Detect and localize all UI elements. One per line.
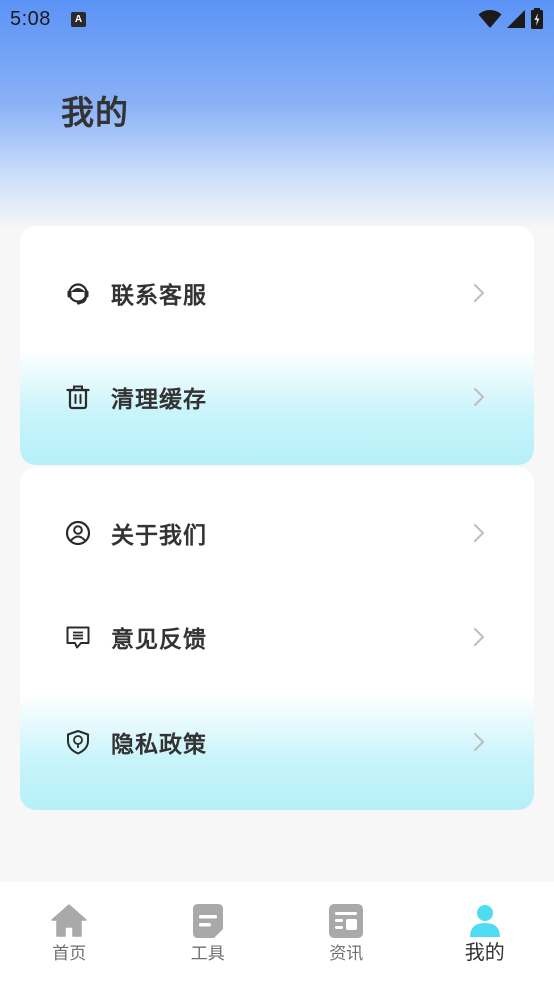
chevron-right-icon [474, 733, 484, 751]
headset-icon [67, 283, 89, 305]
nav-item-home[interactable]: 首页 [0, 882, 139, 984]
home-icon [51, 904, 87, 937]
page-title: 我的 [61, 93, 129, 132]
status-bar: 5:08 A [0, 0, 554, 38]
nav-item-mine[interactable]: 我的 [416, 882, 554, 984]
message-icon [66, 626, 90, 649]
menu-item-label: 隐私政策 [111, 732, 207, 758]
menu-card-1: 联系客服 清理缓存 [20, 226, 534, 465]
tools-icon [192, 904, 223, 938]
shield-icon [67, 730, 89, 755]
nav-label: 我的 [464, 940, 505, 964]
trash-icon [66, 385, 90, 410]
chevron-right-icon [474, 628, 484, 646]
wifi-icon [478, 10, 502, 28]
menu-item-contact-support[interactable]: 联系客服 [20, 263, 534, 323]
bottom-nav: 首页 工具 资讯 我的 [0, 882, 554, 984]
menu-item-privacy-policy[interactable]: 隐私政策 [20, 712, 534, 772]
menu-item-label: 关于我们 [111, 523, 207, 549]
menu-card-2: 关于我们 意见反馈 隐私政策 [20, 467, 534, 810]
status-time: 5:08 [10, 7, 51, 30]
menu-item-label: 意见反馈 [111, 627, 207, 653]
person-icon [469, 905, 500, 937]
a-icon: A [70, 11, 86, 27]
menu-item-label: 联系客服 [111, 283, 207, 309]
battery-icon [531, 8, 543, 29]
menu-item-clear-cache[interactable]: 清理缓存 [20, 367, 534, 427]
nav-item-tools[interactable]: 工具 [139, 882, 278, 984]
nav-label: 资讯 [329, 944, 364, 964]
user-circle-icon [65, 520, 91, 546]
menu-item-about-us[interactable]: 关于我们 [20, 503, 534, 563]
menu-item-label: 清理缓存 [111, 387, 207, 413]
signal-icon [507, 10, 525, 28]
nav-item-news[interactable]: 资讯 [277, 882, 416, 984]
nav-label: 首页 [52, 944, 87, 964]
chevron-right-icon [474, 388, 484, 406]
chevron-right-icon [474, 524, 484, 542]
menu-item-feedback[interactable]: 意见反馈 [20, 607, 534, 667]
nav-label: 工具 [190, 944, 225, 964]
news-icon [329, 904, 364, 938]
status-icons [478, 8, 544, 30]
chevron-right-icon [474, 284, 484, 302]
